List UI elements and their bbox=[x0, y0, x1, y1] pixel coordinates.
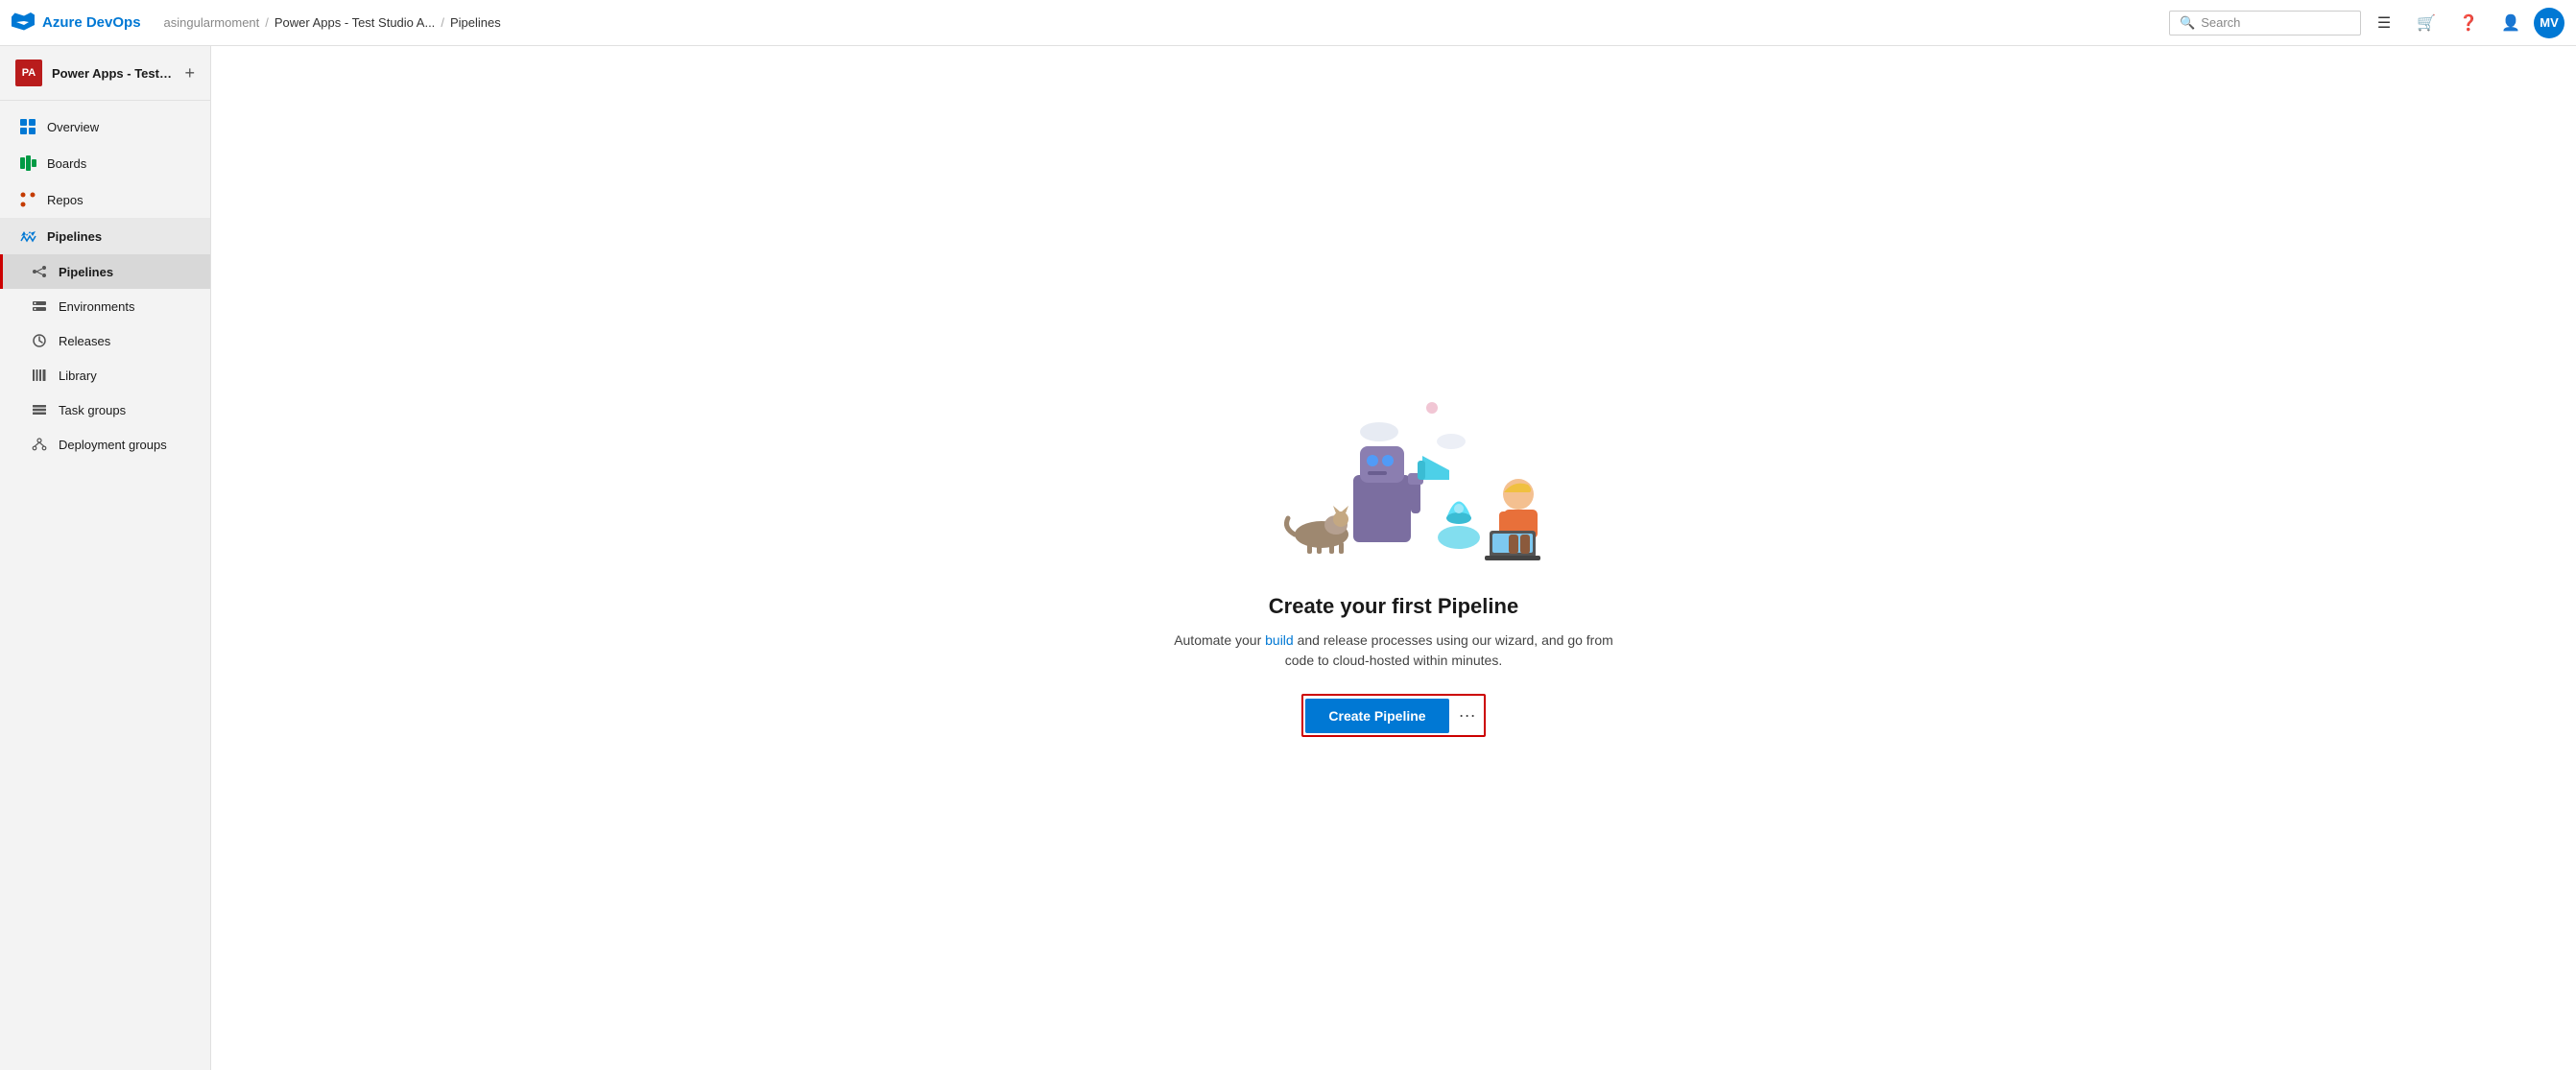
create-pipeline-button[interactable]: Create Pipeline bbox=[1305, 699, 1448, 733]
more-options-button[interactable]: ··· bbox=[1453, 698, 1482, 733]
pipelines-sub-icon bbox=[30, 262, 49, 281]
search-icon: 🔍 bbox=[2180, 15, 2195, 31]
user-initials: MV bbox=[2540, 15, 2559, 30]
project-name[interactable]: Power Apps - Test Stud... bbox=[52, 66, 175, 81]
boards-icon bbox=[18, 154, 37, 173]
releases-icon bbox=[30, 331, 49, 350]
sidebar-item-pipelines-section[interactable]: Pipelines bbox=[0, 218, 210, 254]
create-pipeline-row: Create Pipeline ··· bbox=[1301, 694, 1485, 737]
sidebar-item-pipelines-section-label: Pipelines bbox=[47, 229, 102, 244]
help-icon: ❓ bbox=[2459, 13, 2478, 33]
taskgroups-icon bbox=[30, 400, 49, 419]
sidebar-item-deploygroups[interactable]: Deployment groups bbox=[0, 427, 210, 462]
sidebar-item-taskgroups[interactable]: Task groups bbox=[0, 392, 210, 427]
sidebar: PA Power Apps - Test Stud... + Overview bbox=[0, 46, 211, 1070]
pipelines-section-icon bbox=[18, 226, 37, 246]
breadcrumb-project[interactable]: Power Apps - Test Studio A... bbox=[274, 15, 435, 30]
empty-state: Create your first Pipeline Automate your… bbox=[1154, 341, 1634, 775]
sidebar-item-pipelines-label: Pipelines bbox=[59, 265, 113, 279]
settings-icon: 👤 bbox=[2501, 13, 2520, 33]
notifications-icon: ☰ bbox=[2377, 13, 2391, 33]
sidebar-item-pipelines[interactable]: Pipelines bbox=[0, 254, 210, 289]
sidebar-item-library[interactable]: Library bbox=[0, 358, 210, 392]
library-icon bbox=[30, 366, 49, 385]
add-project-button[interactable]: + bbox=[184, 63, 195, 83]
main-layout: PA Power Apps - Test Stud... + Overview bbox=[0, 46, 2576, 1070]
user-avatar[interactable]: MV bbox=[2534, 8, 2564, 38]
sidebar-item-deploygroups-label: Deployment groups bbox=[59, 438, 167, 452]
shopping-cart-button[interactable]: 🛒 bbox=[2407, 4, 2445, 42]
breadcrumb: asingularmoment / Power Apps - Test Stud… bbox=[164, 15, 2161, 30]
more-options-icon: ··· bbox=[1459, 705, 1476, 725]
sidebar-item-releases-label: Releases bbox=[59, 334, 110, 348]
sidebar-item-environments-label: Environments bbox=[59, 299, 134, 314]
sidebar-item-repos-label: Repos bbox=[47, 193, 83, 207]
build-link[interactable]: build bbox=[1265, 632, 1294, 648]
sidebar-navigation: Overview Boards bbox=[0, 101, 210, 469]
help-button[interactable]: ❓ bbox=[2449, 4, 2488, 42]
breadcrumb-current: Pipelines bbox=[450, 15, 501, 30]
sidebar-item-environments[interactable]: Environments bbox=[0, 289, 210, 323]
deploygroups-icon bbox=[30, 435, 49, 454]
sidebar-item-overview[interactable]: Overview bbox=[0, 108, 210, 145]
settings-button[interactable]: 👤 bbox=[2492, 4, 2530, 42]
sidebar-item-taskgroups-label: Task groups bbox=[59, 403, 126, 417]
search-placeholder: Search bbox=[2201, 15, 2240, 30]
empty-state-illustration bbox=[1240, 379, 1547, 571]
project-initials: PA bbox=[22, 67, 36, 79]
sidebar-item-boards[interactable]: Boards bbox=[0, 145, 210, 181]
top-nav-right: 🔍 Search ☰ 🛒 ❓ 👤 MV bbox=[2169, 4, 2564, 42]
breadcrumb-sep2: / bbox=[441, 15, 444, 30]
breadcrumb-sep1: / bbox=[265, 15, 269, 30]
overview-icon bbox=[18, 117, 37, 136]
azure-devops-logo[interactable]: Azure DevOps bbox=[12, 12, 141, 35]
content-area: Create your first Pipeline Automate your… bbox=[211, 46, 2576, 1070]
search-box[interactable]: 🔍 Search bbox=[2169, 11, 2361, 36]
sidebar-item-repos[interactable]: Repos bbox=[0, 181, 210, 218]
sidebar-item-library-label: Library bbox=[59, 369, 97, 383]
notifications-button[interactable]: ☰ bbox=[2365, 4, 2403, 42]
environments-icon bbox=[30, 297, 49, 316]
empty-state-description: Automate your build and release processe… bbox=[1173, 630, 1614, 671]
shopping-cart-icon: 🛒 bbox=[2417, 13, 2436, 33]
sidebar-item-boards-label: Boards bbox=[47, 156, 86, 171]
sidebar-item-overview-label: Overview bbox=[47, 120, 99, 134]
logo-text: Azure DevOps bbox=[42, 14, 141, 31]
breadcrumb-org[interactable]: asingularmoment bbox=[164, 15, 260, 30]
project-avatar: PA bbox=[15, 59, 42, 86]
top-nav: Azure DevOps asingularmoment / Power App… bbox=[0, 0, 2576, 46]
sidebar-project: PA Power Apps - Test Stud... + bbox=[0, 46, 210, 101]
empty-state-title: Create your first Pipeline bbox=[1269, 594, 1518, 619]
sidebar-item-releases[interactable]: Releases bbox=[0, 323, 210, 358]
repos-icon bbox=[18, 190, 37, 209]
